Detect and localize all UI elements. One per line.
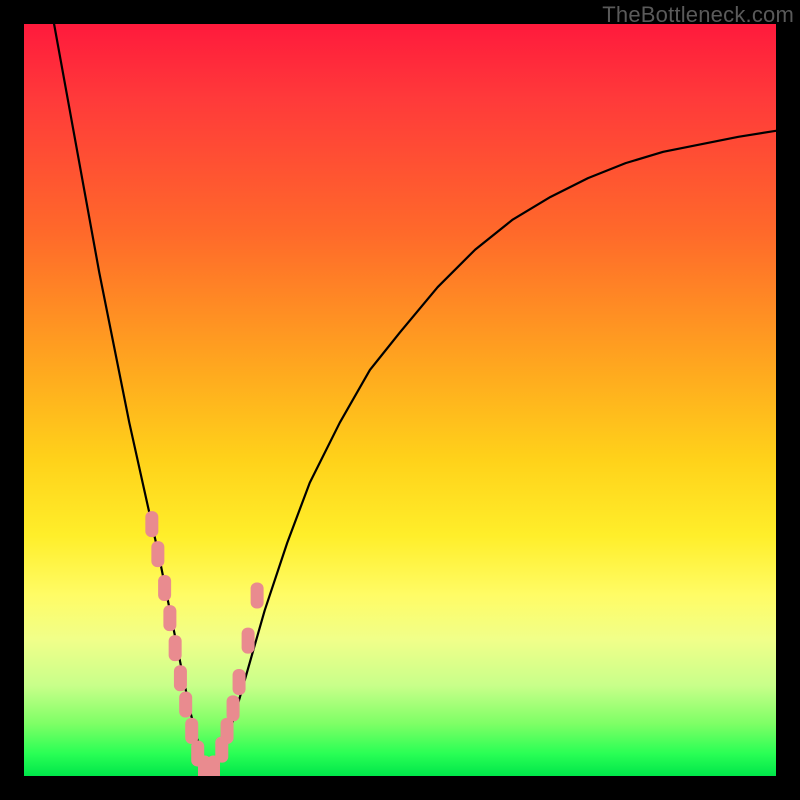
marker-point [251,583,264,609]
marker-point [221,718,234,744]
marker-point [169,635,182,661]
marker-point [242,628,255,654]
marker-point [174,665,187,691]
marker-point [185,718,198,744]
marker-point [163,605,176,631]
chart-frame [24,24,776,776]
marker-point [145,511,158,537]
marker-group [145,511,263,776]
marker-point [233,669,246,695]
marker-point [158,575,171,601]
bottleneck-curve-path [54,24,776,776]
marker-point [227,695,240,721]
watermark-text: TheBottleneck.com [602,2,794,28]
bottleneck-chart [24,24,776,776]
marker-point [179,692,192,718]
marker-point [151,541,164,567]
